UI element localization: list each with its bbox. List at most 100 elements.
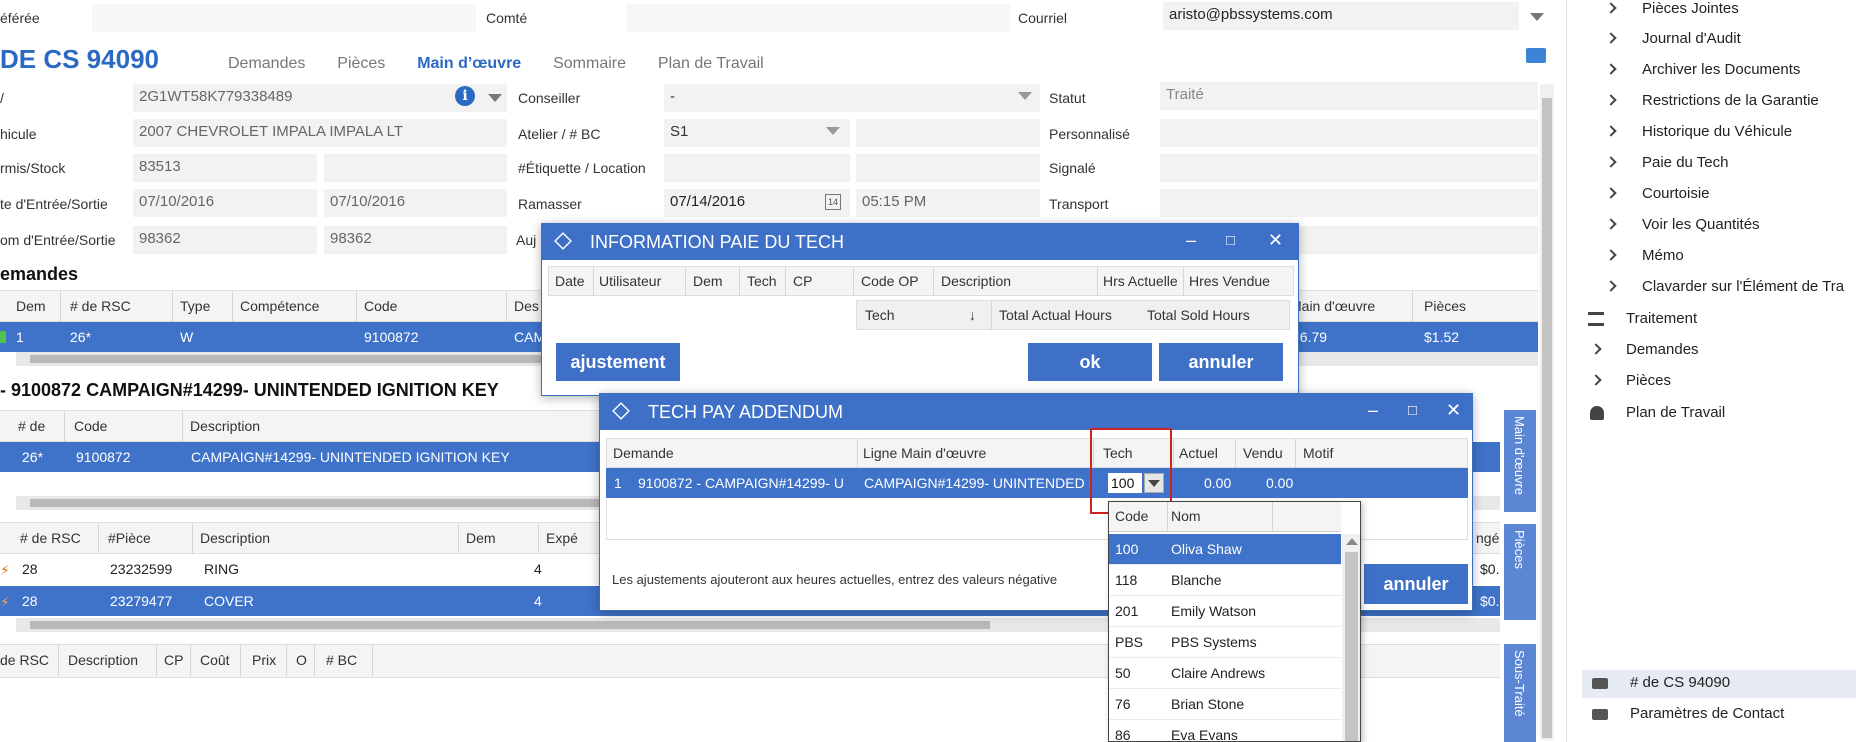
scroll-up-icon[interactable] [1346, 538, 1358, 545]
addendum-row[interactable]: 1 9100872 - CAMPAIGN#14299- U CAMPAIGN#1… [606, 468, 1468, 498]
vtab-sublet[interactable]: Sous-Traité [1504, 644, 1536, 742]
col-part-num[interactable]: #Pièce [108, 530, 151, 546]
col-sublet-price[interactable]: Prix [252, 652, 276, 668]
col-sublet-rsc[interactable]: de RSC [0, 652, 49, 668]
col-labor-code[interactable]: Code [74, 418, 107, 434]
date-in-field[interactable]: 07/10/2016 [133, 189, 317, 217]
shop-caret-icon[interactable] [826, 127, 840, 135]
custom-field[interactable] [1160, 119, 1538, 147]
col-labor-desc[interactable]: Description [190, 418, 260, 434]
tag-field[interactable] [664, 154, 850, 182]
col-sublet-cp[interactable]: CP [164, 652, 183, 668]
permit-field-2[interactable] [324, 154, 507, 182]
col-rsc[interactable]: # de RSC [70, 298, 131, 314]
tab-sommaire[interactable]: Sommaire [553, 55, 626, 72]
col-num[interactable]: # de [18, 418, 45, 434]
close-icon[interactable]: ✕ [1446, 400, 1461, 421]
sidebar-item-attachments[interactable]: Pièces Jointes [1642, 0, 1739, 17]
page-vscroll-thumb[interactable] [1542, 98, 1552, 738]
vtab-parts[interactable]: Pièces [1504, 524, 1536, 620]
tech-option[interactable]: 201 Emily Watson [1109, 596, 1341, 627]
tech-option[interactable]: 118 Blanche [1109, 565, 1341, 596]
col-sublet-po[interactable]: # BC [326, 652, 357, 668]
col-sublet-cost[interactable]: Coût [200, 652, 230, 668]
odo-out-field[interactable]: 98362 [324, 226, 507, 254]
tab-pieces[interactable]: Pièces [337, 55, 385, 72]
sidebar-group-work-plan[interactable]: Plan de Travail [1626, 404, 1725, 421]
tab-demandes[interactable]: Demandes [228, 55, 305, 72]
vtab-labor[interactable]: Main d'œuvre [1504, 410, 1536, 512]
tech-dropdown-scroll-thumb[interactable] [1345, 552, 1358, 741]
col-parts-dem[interactable]: Dem [466, 530, 496, 546]
col-parts[interactable]: Pièces [1424, 298, 1466, 314]
shop-field[interactable]: S1 [664, 119, 850, 147]
transport-field[interactable] [1160, 189, 1538, 217]
sidebar-item-tech-pay[interactable]: Paie du Tech [1642, 154, 1728, 171]
advisor-field[interactable]: - [664, 84, 1040, 112]
addendum-titlebar[interactable]: TECH PAY ADDENDUM – □ ✕ [600, 394, 1472, 430]
sidebar-item-audit[interactable]: Journal d'Audit [1642, 30, 1741, 47]
vehicle-field[interactable]: 2007 CHEVROLET IMPALA IMPALA LT [133, 119, 507, 147]
page-vscroll[interactable] [1540, 84, 1554, 740]
col-parts-changed[interactable]: ngé [1476, 530, 1499, 546]
minimize-icon[interactable]: – [1186, 230, 1196, 251]
tech-dropdown-vscroll[interactable] [1342, 534, 1360, 741]
email-dropdown-caret-icon[interactable] [1530, 13, 1544, 21]
vin-field[interactable]: 2G1WT58K779338489 [133, 84, 507, 112]
col-sublet-o[interactable]: O [296, 652, 307, 668]
sidebar-item-vehicle-history[interactable]: Historique du Véhicule [1642, 123, 1792, 140]
chat-icon[interactable] [1526, 48, 1546, 63]
tech-option[interactable]: PBS PBS Systems [1109, 627, 1341, 658]
email-field[interactable]: aristo@pbssystems.com [1163, 2, 1519, 30]
sidebar-bottom-contact[interactable]: Paramètres de Contact [1630, 705, 1784, 722]
sidebar-item-chat[interactable]: Clavarder sur l'Élément de Tra [1642, 278, 1844, 295]
sort-arrow-icon[interactable]: ↓ [969, 307, 976, 323]
col-sublet-desc[interactable]: Description [68, 652, 138, 668]
sidebar-group-processing[interactable]: Traitement [1626, 310, 1697, 327]
sidebar-item-courtesy[interactable]: Courtoisie [1642, 185, 1710, 202]
vin-dropdown-caret-icon[interactable] [488, 94, 502, 102]
sidebar-item-warranty[interactable]: Restrictions de la Garantie [1642, 92, 1819, 109]
col-competence[interactable]: Compétence [240, 298, 319, 314]
po-field[interactable] [856, 119, 1040, 147]
col-desc[interactable]: Des [514, 298, 539, 314]
tech-option[interactable]: 86 Eva Evans [1109, 720, 1341, 741]
preferred-field[interactable] [92, 4, 476, 32]
maximize-icon[interactable]: □ [1408, 402, 1417, 419]
minimize-icon[interactable]: – [1368, 400, 1378, 421]
location-field[interactable] [856, 154, 1040, 182]
pickup-date-field[interactable]: 07/14/2016 [664, 189, 850, 217]
maximize-icon[interactable]: □ [1226, 232, 1235, 249]
close-icon[interactable]: ✕ [1268, 230, 1283, 251]
advisor-caret-icon[interactable] [1018, 92, 1032, 100]
sidebar-item-memo[interactable]: Mémo [1642, 247, 1684, 264]
pickup-time-field[interactable]: 05:15 PM [856, 189, 1040, 217]
tech-option[interactable]: 76 Brian Stone [1109, 689, 1341, 720]
odo-in-field[interactable]: 98362 [133, 226, 317, 254]
adjust-button[interactable]: ajustement [556, 343, 680, 381]
tech-pay-titlebar[interactable]: INFORMATION PAIE DU TECH – □ ✕ [542, 224, 1298, 260]
sidebar-item-archive[interactable]: Archiver les Documents [1642, 61, 1800, 78]
sidebar-item-quantities[interactable]: Voir les Quantités [1642, 216, 1760, 233]
calendar-icon[interactable]: 14 [825, 194, 841, 210]
county-field[interactable] [626, 4, 1010, 32]
date-out-field[interactable]: 07/10/2016 [324, 189, 507, 217]
tab-plan-travail[interactable]: Plan de Travail [658, 55, 764, 72]
ok-button[interactable]: ok [1028, 343, 1152, 381]
col-code[interactable]: Code [364, 298, 397, 314]
col-dem[interactable]: Dem [16, 298, 46, 314]
tech-pay-cancel-button[interactable]: annuler [1159, 343, 1283, 381]
col-labor[interactable]: Main d'œuvre [1290, 298, 1375, 314]
sidebar-group-requests[interactable]: Demandes [1626, 341, 1699, 358]
col-parts-exp[interactable]: Expé [546, 530, 578, 546]
tech-option[interactable]: 100 Oliva Shaw [1109, 534, 1341, 565]
tech-option[interactable]: 50 Claire Andrews [1109, 658, 1341, 689]
permit-field[interactable]: 83513 [133, 154, 317, 182]
tab-main-oeuvre[interactable]: Main d’œuvre [417, 55, 521, 72]
col-parts-desc[interactable]: Description [200, 530, 270, 546]
addendum-cancel-button[interactable]: annuler [1364, 564, 1468, 604]
col-type[interactable]: Type [180, 298, 210, 314]
info-icon[interactable]: i [455, 86, 475, 106]
sidebar-bottom-cs[interactable]: # de CS 94090 [1630, 674, 1730, 691]
sidebar-group-parts[interactable]: Pièces [1626, 372, 1671, 389]
